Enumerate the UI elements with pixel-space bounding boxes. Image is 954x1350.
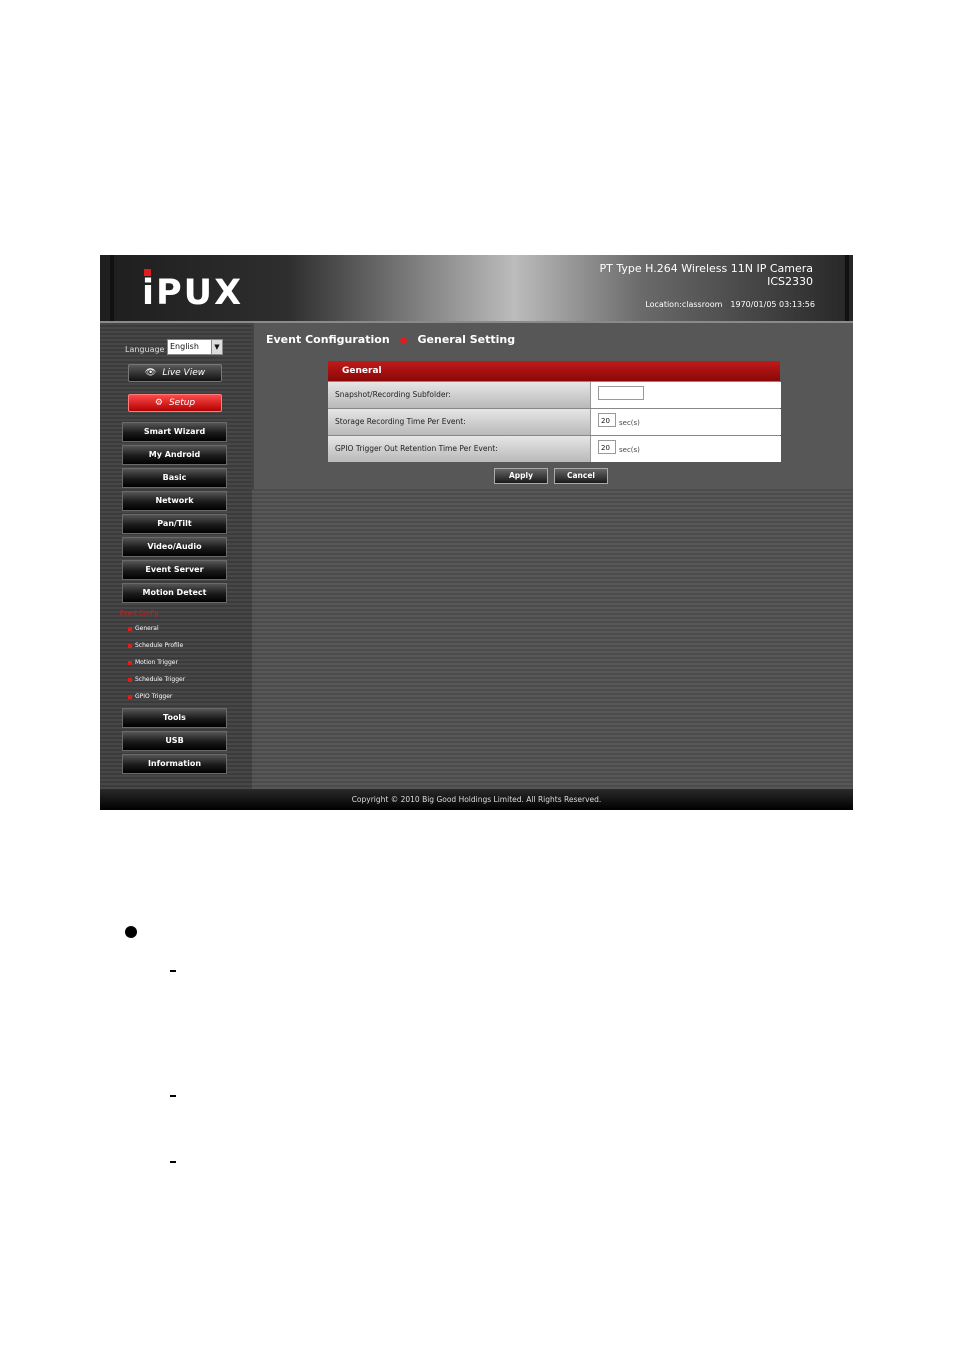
header-banner: iPUX PT Type H.264 Wireless 11N IP Camer… (100, 255, 853, 323)
panel-title: General (328, 361, 780, 381)
recording-time-input[interactable]: 20 (598, 413, 616, 427)
nav-pan-tilt[interactable]: Pan/Tilt (122, 514, 227, 534)
header-edge-left (110, 255, 114, 321)
datetime-text: 1970/01/05 03:13:56 (730, 300, 815, 309)
row-value-cell (590, 382, 781, 408)
dash-icon (170, 970, 176, 972)
main-content: Event Configuration ● General Setting Gene… (252, 323, 853, 789)
unit-label: sec(s) (619, 446, 640, 454)
camera-model-line2: ICS2330 (767, 275, 813, 288)
row-label: Storage Recording Time Per Event: (328, 409, 590, 435)
dash-icon (170, 1095, 176, 1097)
header-edge-right (845, 255, 849, 321)
subnav-general[interactable]: General (128, 625, 159, 632)
live-view-label: Live View (162, 368, 206, 378)
nav-basic[interactable]: Basic (122, 468, 227, 488)
camera-model: PT Type H.264 Wireless 11N IP Camera ICS… (600, 262, 813, 288)
square-bullet-icon (128, 677, 132, 682)
general-settings-panel: General Snapshot/Recording Subfolder: St… (328, 361, 781, 462)
dash-icon (170, 1161, 176, 1163)
row-label: GPIO Trigger Out Retention Time Per Even… (328, 436, 590, 462)
unit-label: sec(s) (619, 419, 640, 427)
sidebar: Language English ▼ 👁 Live View ⚙ Setup Sma… (100, 323, 252, 789)
footer-copyright: Copyright © 2010 Big Good Holdings Limit… (100, 789, 853, 810)
row-value-cell: 20 sec(s) (590, 436, 781, 462)
location-text: Location:classroom (645, 300, 723, 309)
subnav-schedule-trigger[interactable]: Schedule Trigger (128, 676, 185, 683)
nav-information[interactable]: Information (122, 754, 227, 774)
breadcrumb-section: Event Configuration (266, 333, 390, 346)
camera-model-line1: PT Type H.264 Wireless 11N IP Camera (599, 262, 813, 275)
square-bullet-icon (128, 694, 132, 699)
setup-label: Setup (168, 398, 196, 408)
language-value: English (170, 342, 199, 351)
nav-my-android[interactable]: My Android (122, 445, 227, 465)
location-datetime: Location:classroom 1970/01/05 03:13:56 (645, 300, 815, 309)
nav-network[interactable]: Network (122, 491, 227, 511)
event-config-group-label[interactable]: Event Config (120, 610, 158, 617)
eye-icon: 👁 (144, 368, 157, 378)
nav-smart-wizard[interactable]: Smart Wizard (122, 422, 227, 442)
row-gpio-retention: GPIO Trigger Out Retention Time Per Even… (328, 435, 781, 462)
square-bullet-icon (128, 643, 132, 648)
nav-usb[interactable]: USB (122, 731, 227, 751)
row-subfolder: Snapshot/Recording Subfolder: (328, 381, 781, 408)
breadcrumb-separator-icon: ● (399, 336, 408, 346)
breadcrumb-page: General Setting (417, 333, 516, 346)
nav-event-server[interactable]: Event Server (122, 560, 227, 580)
subnav-schedule-profile[interactable]: Schedule Profile (128, 642, 183, 649)
nav-video-audio[interactable]: Video/Audio (122, 537, 227, 557)
row-label: Snapshot/Recording Subfolder: (328, 382, 590, 408)
language-select[interactable]: English ▼ (167, 339, 223, 355)
breadcrumb: Event Configuration ● General Setting (266, 333, 515, 346)
setup-button[interactable]: ⚙ Setup (128, 394, 222, 412)
row-value-cell: 20 sec(s) (590, 409, 781, 435)
brand-logo: iPUX (142, 269, 243, 311)
nav-tools[interactable]: Tools (122, 708, 227, 728)
subnav-gpio-trigger[interactable]: GPIO Trigger (128, 693, 172, 700)
gpio-retention-input[interactable]: 20 (598, 440, 616, 454)
language-label: Language (125, 345, 165, 354)
apply-button[interactable]: Apply (494, 468, 548, 484)
square-bullet-icon (128, 626, 132, 631)
cancel-button[interactable]: Cancel (554, 468, 608, 484)
live-view-button[interactable]: 👁 Live View (128, 364, 222, 382)
bullet-icon (125, 926, 137, 938)
subnav-motion-trigger[interactable]: Motion Trigger (128, 659, 178, 666)
nav-motion-detect[interactable]: Motion Detect (122, 583, 227, 603)
logo-red-dot (144, 269, 151, 276)
main-top-area: Event Configuration ● General Setting Gene… (252, 323, 853, 489)
gear-icon: ⚙ (154, 398, 163, 408)
square-bullet-icon (128, 660, 132, 665)
chevron-down-icon[interactable]: ▼ (211, 340, 222, 354)
subfolder-input[interactable] (598, 386, 644, 400)
camera-web-ui: iPUX PT Type H.264 Wireless 11N IP Camer… (100, 255, 853, 810)
row-recording-time: Storage Recording Time Per Event: 20 sec… (328, 408, 781, 435)
